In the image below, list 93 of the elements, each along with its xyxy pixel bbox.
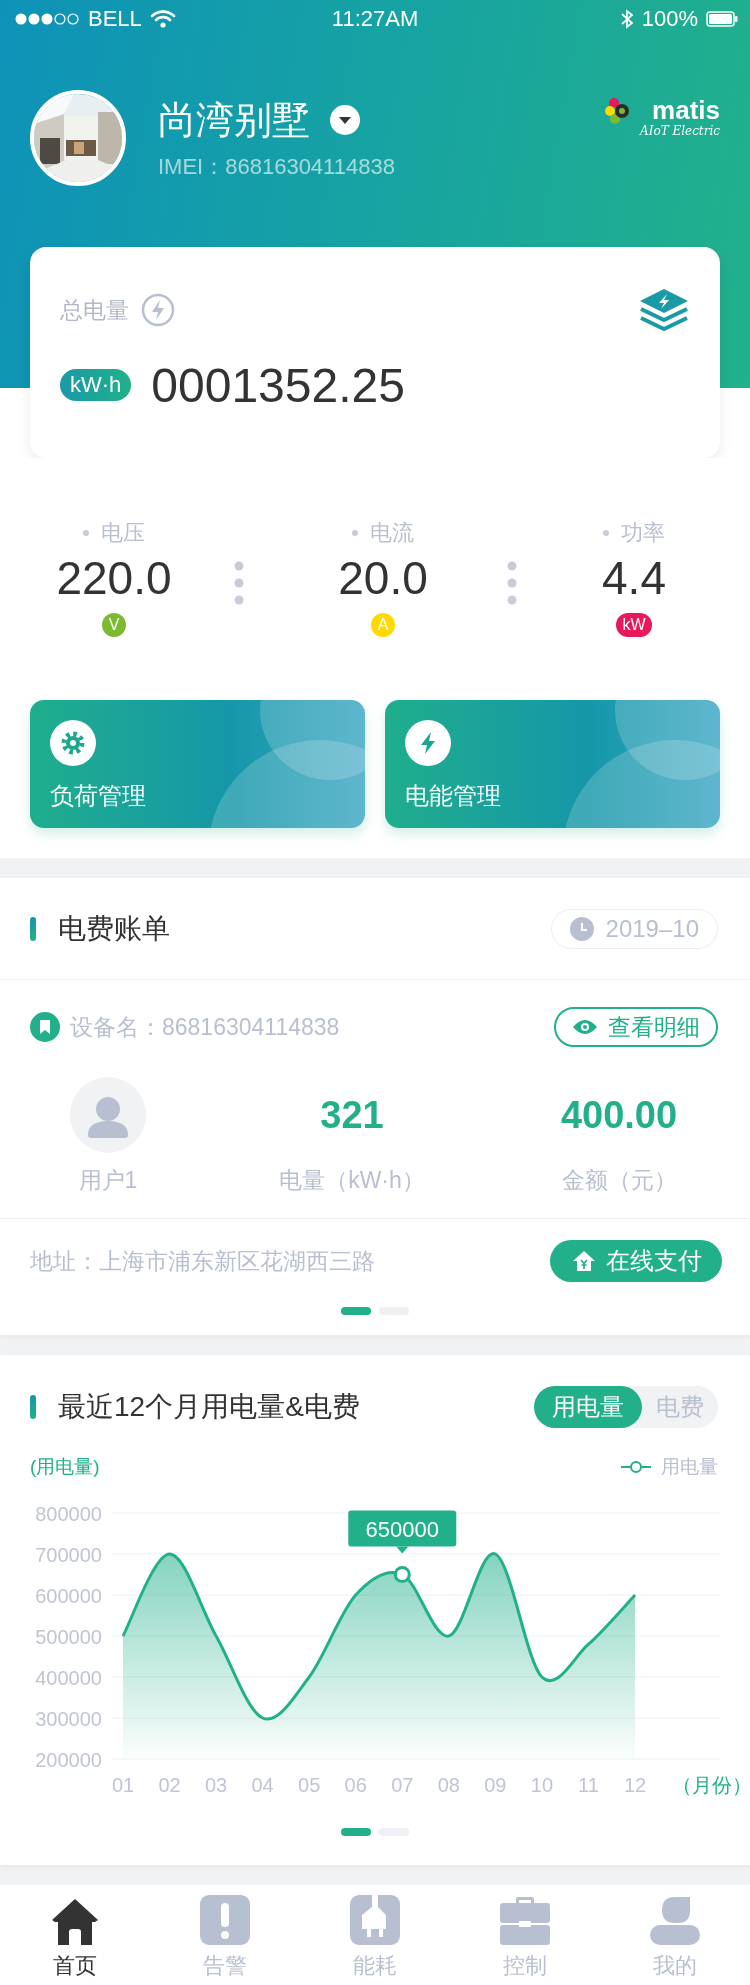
battery-icon	[706, 11, 738, 27]
bullet-icon	[603, 530, 609, 536]
value-tooltip: 650000	[348, 1510, 457, 1554]
user-name: 用户1	[78, 1166, 138, 1195]
tab-home[interactable]: 首页	[0, 1885, 150, 1985]
person-icon	[650, 1895, 700, 1945]
energy-label: 电量（kW·h）	[279, 1166, 425, 1195]
axis-tick-label: 800000	[35, 1503, 102, 1525]
dropdown-icon[interactable]	[330, 105, 360, 135]
view-details-button[interactable]: 查看明细	[554, 1007, 718, 1047]
shortcut-card[interactable]: 电能管理	[385, 700, 720, 828]
reading-value: 20.0	[338, 551, 428, 606]
axis-title: （月份）	[672, 1774, 750, 1796]
tab-plug[interactable]: 能耗	[300, 1885, 450, 1985]
alert-icon	[200, 1895, 250, 1945]
axis-tick-label: 11	[578, 1774, 599, 1796]
logo-tagline: AIoT Electric	[640, 124, 720, 138]
briefcase-icon	[500, 1895, 550, 1945]
axis-tick-label: 12	[623, 1774, 647, 1796]
axis-tick-label: 06	[344, 1774, 367, 1796]
axis-tick-label: 09	[484, 1774, 507, 1796]
reading-label: 功率	[621, 519, 665, 547]
axis-tick-label: 05	[298, 1774, 321, 1796]
page-indicator[interactable]	[341, 1307, 371, 1315]
axis-title: (用电量)	[30, 1455, 100, 1479]
axis-tick-label: 03	[204, 1774, 228, 1796]
separator-dots-icon	[506, 561, 518, 605]
user-avatar-icon	[70, 1077, 146, 1153]
total-energy-label: 总电量	[60, 295, 129, 325]
total-energy-value: 0001352.25	[151, 357, 405, 413]
pay-online-button[interactable]: 在线支付	[550, 1240, 722, 1282]
axis-tick-label: 01	[111, 1774, 135, 1796]
legend-label: 用电量	[661, 1455, 718, 1479]
date-picker[interactable]: 2019–10	[550, 908, 718, 949]
clock-icon	[569, 916, 594, 941]
axis-tick-label: 10	[530, 1774, 554, 1796]
axis-tick-label: 500000	[35, 1626, 102, 1648]
reading-label: 电压	[101, 519, 145, 547]
bullet-icon	[83, 530, 89, 536]
reading-value: 4.4	[602, 551, 666, 606]
bolt-circle-icon	[141, 293, 175, 327]
axis-tick-label: 700000	[35, 1544, 102, 1566]
eye-icon	[572, 1018, 598, 1036]
unit-badge: V	[102, 613, 126, 637]
tab-alert[interactable]: 告警	[150, 1885, 300, 1985]
axis-tick-label: 04	[251, 1774, 274, 1796]
logo-name: matis	[652, 96, 720, 124]
house-icon	[572, 1250, 596, 1272]
page-indicator[interactable]	[341, 1828, 371, 1836]
layers-icon[interactable]	[638, 287, 690, 333]
axis-tick-label: 600000	[35, 1585, 102, 1607]
amount-label: 金额（元）	[561, 1166, 677, 1195]
amount-value: 400.00	[560, 1093, 678, 1138]
unit-badge: kW·h	[60, 369, 132, 401]
section-title: 最近12个月用电量&电费	[58, 1390, 360, 1424]
section-title: 电费账单	[58, 911, 170, 946]
tab-case[interactable]: 控制	[450, 1885, 600, 1985]
accent-bar	[30, 1395, 36, 1419]
annotation: 650000	[365, 1516, 439, 1542]
tab-person[interactable]: 我的	[600, 1885, 750, 1985]
energy-value: 321	[320, 1093, 384, 1138]
bullet-icon	[352, 530, 358, 536]
status-time: 11:27AM	[331, 6, 419, 32]
reading-label: 电流	[370, 519, 414, 547]
shortcut-card[interactable]: 负荷管理	[30, 700, 365, 828]
axis-tick-label: 400000	[35, 1667, 102, 1689]
unit-badge: A	[371, 613, 395, 637]
legend-line-icon	[621, 1460, 651, 1474]
signal-icon	[14, 12, 80, 26]
plug-icon	[350, 1895, 400, 1945]
reading-value: 220.0	[56, 551, 172, 606]
carrier-name: BELL	[88, 6, 142, 32]
bluetooth-icon	[619, 9, 634, 29]
imei-text: IMEI：86816304114838	[158, 153, 395, 181]
wifi-icon	[149, 9, 176, 29]
data-point-marker[interactable]	[393, 1566, 411, 1583]
axis-tick-label: 08	[437, 1774, 460, 1796]
axis-tick-label: 200000	[35, 1749, 102, 1771]
unit-badge: kW	[616, 613, 652, 637]
device-name: 设备名：86816304114838	[70, 1012, 340, 1042]
bolt-icon	[405, 720, 451, 766]
axis-tick-label: 02	[158, 1774, 181, 1796]
axis-tick-label: 07	[391, 1774, 414, 1796]
separator-dots-icon	[233, 561, 245, 605]
address-text: 地址：上海市浦东新区花湖西三路	[30, 1246, 375, 1276]
bookmark-icon	[30, 1012, 60, 1042]
toggle-option[interactable]: 电费	[642, 1386, 718, 1428]
accent-bar	[30, 916, 36, 941]
gear-icon	[50, 720, 96, 766]
site-title[interactable]: 尚湾别墅	[158, 94, 310, 146]
toggle-option[interactable]: 用电量	[534, 1386, 642, 1428]
axis-tick-label: 300000	[35, 1708, 102, 1730]
battery-percent: 100%	[641, 6, 698, 32]
